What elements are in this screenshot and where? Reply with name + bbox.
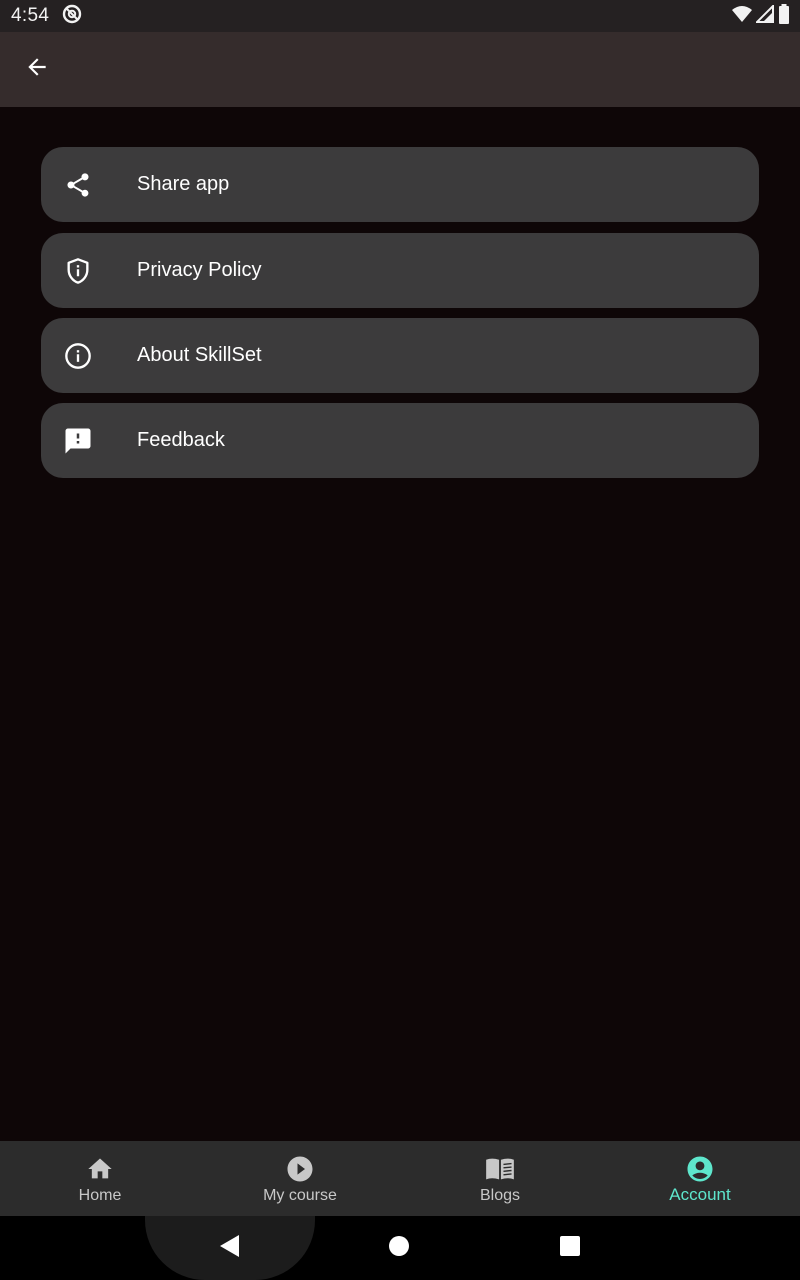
nav-account[interactable]: Account bbox=[600, 1141, 800, 1216]
triangle-back-icon bbox=[219, 1234, 241, 1263]
share-app-item[interactable]: Share app bbox=[41, 147, 759, 222]
nav-account-label: Account bbox=[669, 1185, 731, 1204]
nav-blogs-label: Blogs bbox=[479, 1187, 521, 1204]
battery-icon bbox=[778, 3, 790, 29]
nav-my-course-label: My course bbox=[263, 1187, 337, 1204]
system-recents-button[interactable] bbox=[553, 1231, 587, 1265]
about-label: About SkillSet bbox=[137, 344, 262, 366]
account-circle-icon bbox=[685, 1154, 715, 1184]
arrow-back-icon bbox=[24, 54, 50, 85]
nav-blogs[interactable]: Blogs bbox=[400, 1141, 600, 1216]
wifi-icon bbox=[732, 5, 752, 28]
nav-my-course[interactable]: My course bbox=[200, 1141, 400, 1216]
info-icon bbox=[63, 341, 93, 371]
privacy-policy-label: Privacy Policy bbox=[137, 259, 262, 281]
app-bar bbox=[0, 32, 800, 107]
system-navigation-bar bbox=[0, 1216, 800, 1280]
feedback-item[interactable]: Feedback bbox=[41, 403, 759, 478]
feedback-label: Feedback bbox=[137, 429, 225, 451]
about-item[interactable]: About SkillSet bbox=[41, 318, 759, 393]
status-left: 4:54 bbox=[11, 4, 82, 29]
back-button[interactable] bbox=[17, 49, 57, 89]
status-right bbox=[732, 3, 790, 29]
status-bar: 4:54 bbox=[0, 0, 800, 32]
no-disturb-icon bbox=[62, 4, 82, 29]
book-icon bbox=[485, 1154, 515, 1184]
system-back-button[interactable] bbox=[212, 1232, 248, 1264]
signal-icon bbox=[754, 3, 774, 28]
circle-home-icon bbox=[388, 1235, 410, 1262]
home-icon bbox=[85, 1154, 115, 1184]
play-circle-icon bbox=[285, 1154, 315, 1184]
share-icon bbox=[63, 170, 93, 200]
bottom-navigation: Home My course Blogs Account bbox=[0, 1141, 800, 1216]
shield-info-icon bbox=[63, 256, 93, 286]
share-app-label: Share app bbox=[137, 173, 230, 195]
status-time: 4:54 bbox=[11, 5, 50, 26]
privacy-policy-item[interactable]: Privacy Policy bbox=[41, 233, 759, 308]
nav-home-label: Home bbox=[78, 1187, 122, 1204]
feedback-icon bbox=[63, 426, 93, 456]
nav-home[interactable]: Home bbox=[0, 1141, 200, 1216]
square-recents-icon bbox=[559, 1235, 581, 1262]
system-home-button[interactable] bbox=[382, 1231, 416, 1265]
